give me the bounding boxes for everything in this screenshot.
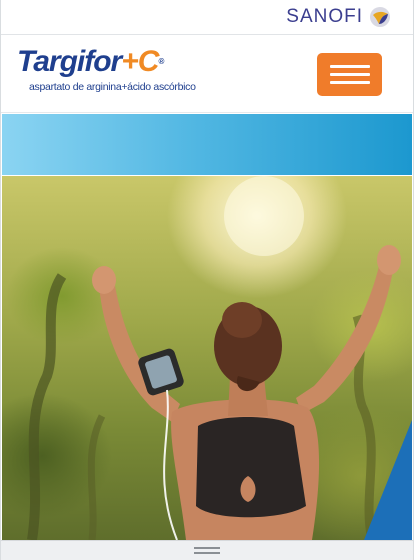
- sanofi-logo[interactable]: SANOFI: [286, 6, 391, 28]
- sanofi-bird-icon: [370, 7, 390, 27]
- logo-name: Targifor: [17, 45, 122, 78]
- blue-banner: [2, 114, 412, 175]
- logo-wordmark: Targifor+C®: [17, 45, 164, 79]
- handle-icon: [194, 547, 220, 549]
- hamburger-menu-icon: [329, 73, 370, 76]
- hero-image: [2, 176, 412, 540]
- corporate-bar: SANOFI: [1, 0, 413, 35]
- sanofi-wordmark: SANOFI: [286, 6, 363, 27]
- hamburger-menu-icon: [329, 81, 370, 84]
- hamburger-menu-icon: [329, 65, 370, 68]
- logo-letter: C: [137, 45, 160, 78]
- logo-subtitle: aspartato de arginina+ácido ascórbico: [29, 81, 196, 93]
- menu-button[interactable]: [317, 53, 382, 96]
- blue-corner-accent: [364, 420, 412, 540]
- logo-plus: +: [121, 45, 139, 78]
- hero-illustration: [27, 176, 401, 540]
- bottom-drag-handle[interactable]: [1, 540, 413, 560]
- page: SANOFI Targifor+C® aspartato de arginina…: [0, 0, 414, 560]
- targifor-logo[interactable]: Targifor+C® aspartato de arginina+ácido …: [17, 45, 197, 101]
- handle-icon: [194, 552, 220, 554]
- logo-registered: ®: [158, 57, 164, 66]
- site-header: Targifor+C® aspartato de arginina+ácido …: [1, 36, 413, 113]
